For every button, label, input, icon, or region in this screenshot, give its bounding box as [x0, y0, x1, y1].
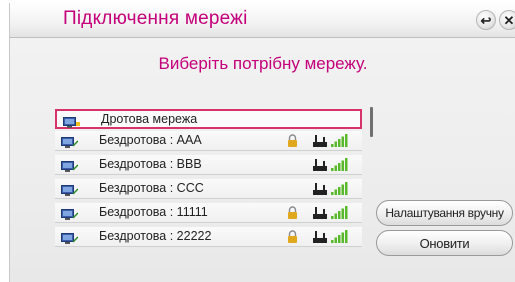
lock-icon — [287, 206, 298, 219]
back-button[interactable]: ↩ — [476, 10, 496, 30]
wireless-network-icon — [61, 231, 79, 244]
router-icon — [313, 158, 327, 171]
network-name: Бездротова : 22222 — [99, 229, 212, 243]
router-icon — [313, 230, 327, 243]
close-icon: ✕ — [503, 12, 515, 28]
title-bar: Підключення мережі ↩ ✕ — [10, 3, 515, 38]
signal-strength-icon — [331, 134, 349, 147]
network-row-wireless[interactable]: Бездротова : 22222 — [55, 227, 362, 247]
signal-strength-icon — [331, 158, 349, 171]
network-row-wireless[interactable]: Бездротова : BBB — [55, 155, 362, 175]
wireless-network-icon — [61, 135, 79, 148]
manual-setup-button[interactable]: Налаштування вручну — [376, 200, 513, 226]
network-list: Дротова мережа Бездротова : AAA Бездротова… — [55, 109, 368, 253]
router-icon — [313, 134, 327, 147]
wireless-network-icon — [61, 159, 79, 172]
close-button[interactable]: ✕ — [499, 10, 515, 30]
network-row-wired[interactable]: Дротова мережа — [55, 109, 362, 129]
back-icon: ↩ — [480, 12, 492, 28]
instruction-text: Виберіть потрібну мережу. — [158, 54, 368, 73]
list-scrollbar[interactable] — [370, 107, 373, 137]
router-icon — [313, 182, 327, 195]
signal-strength-icon — [331, 230, 349, 243]
wireless-network-icon — [61, 207, 79, 220]
router-icon — [313, 206, 327, 219]
signal-strength-icon — [331, 206, 349, 219]
refresh-button[interactable]: Оновити — [376, 230, 513, 256]
signal-strength-icon — [331, 182, 349, 195]
network-name: Бездротова : 11111 — [99, 205, 208, 219]
network-connection-dialog: Підключення мережі ↩ ✕ Виберіть потрібну… — [9, 3, 515, 282]
dialog-title: Підключення мережі — [63, 8, 248, 29]
lock-icon — [287, 230, 298, 243]
network-row-wireless[interactable]: Бездротова : AAA — [55, 131, 362, 151]
network-name: Бездротова : CCC — [99, 181, 204, 195]
network-row-wireless[interactable]: Бездротова : CCC — [55, 179, 362, 199]
lock-icon — [287, 134, 298, 147]
network-name: Бездротова : AAA — [99, 133, 202, 147]
network-row-wireless[interactable]: Бездротова : 11111 — [55, 203, 362, 223]
wireless-network-icon — [61, 183, 79, 196]
wired-network-icon — [63, 115, 80, 128]
network-name: Дротова мережа — [101, 112, 198, 126]
network-name: Бездротова : BBB — [99, 157, 202, 171]
